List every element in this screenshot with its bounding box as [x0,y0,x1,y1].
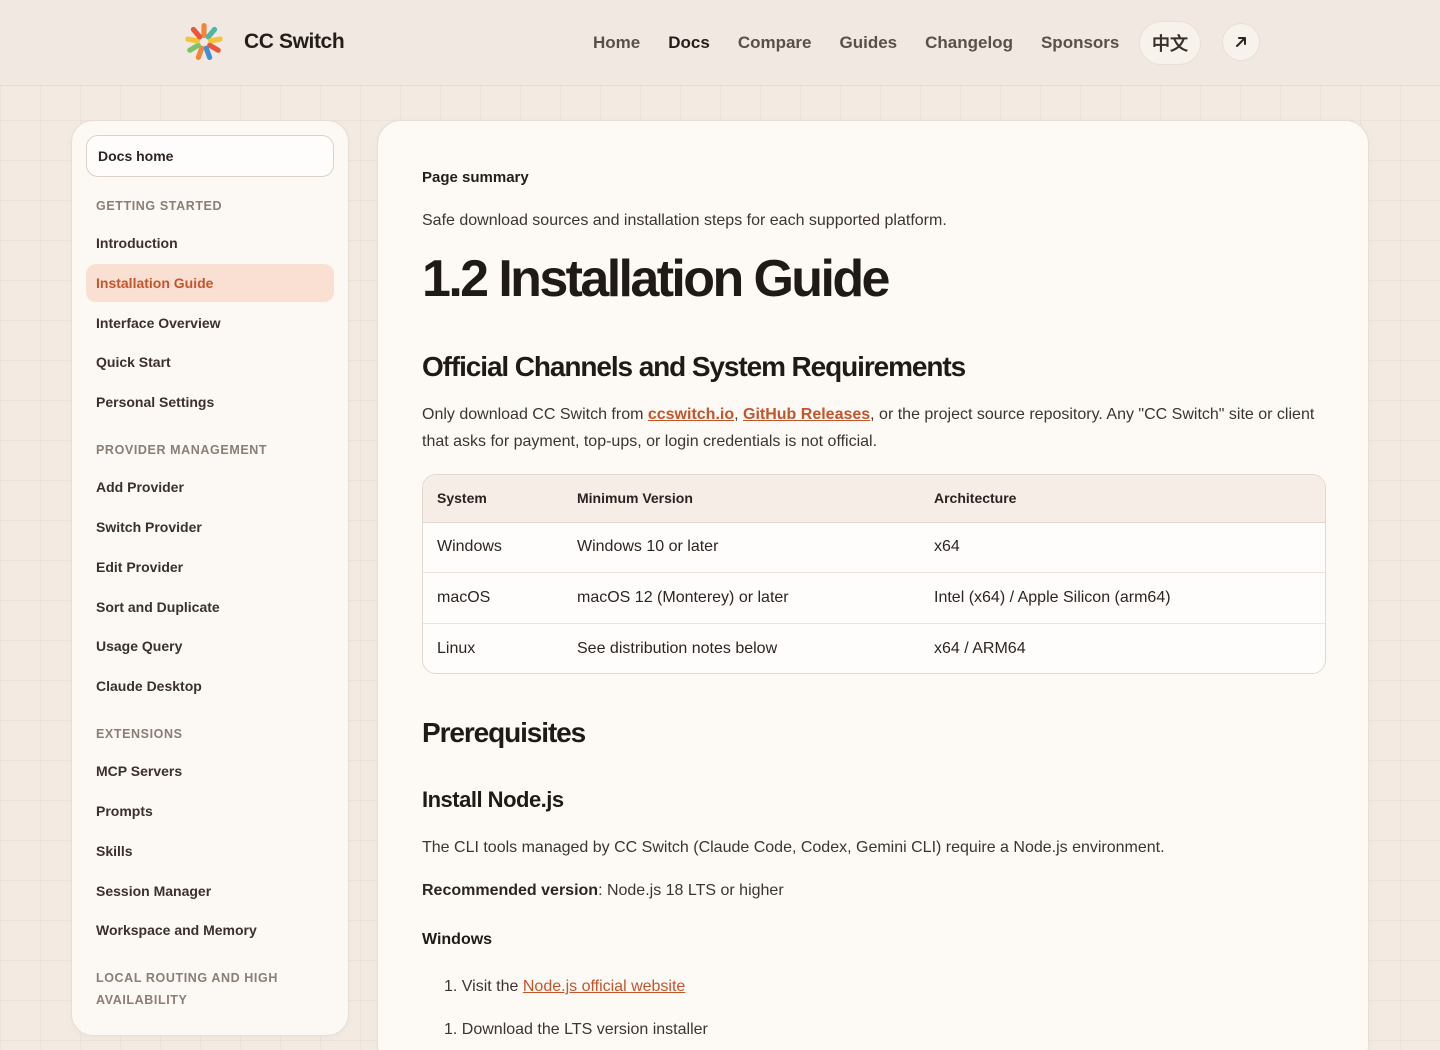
brand[interactable]: CC Switch [182,20,345,64]
table-cell: See distribution notes below [577,639,778,657]
sidebar-item-claude-desktop[interactable]: Claude Desktop [86,667,334,705]
sidebar-item-session-manager[interactable]: Session Manager [86,872,334,910]
subsection-heading-install-nodejs: Install Node.js [422,787,564,812]
text-segment: , [734,406,743,423]
table-row: Windows Windows 10 or later x64 [423,522,1325,573]
ccswitch-io-link[interactable]: ccswitch.io [648,406,734,423]
sidebar-section-getting-started: GETTING STARTED [96,199,223,213]
table-row: Linux See distribution notes below x64 /… [423,623,1325,673]
docs-home-link[interactable]: Docs home [86,135,334,177]
sidebar-item-switch-provider[interactable]: Switch Provider [86,508,334,546]
sidebar-item-prompts[interactable]: Prompts [86,792,334,830]
sidebar-section-extensions: EXTENSIONS [96,727,183,742]
nodejs-official-website-link[interactable]: Node.js official website [523,978,685,995]
table-cell: Windows [423,522,563,573]
recommended-version-label: Recommended version [422,882,599,899]
arrow-up-right-icon [1236,37,1246,47]
list-item: 1. Download the LTS version installer [444,1021,708,1039]
text-segment: Visit the [461,978,523,995]
sidebar-item-personal-settings[interactable]: Personal Settings [86,383,334,421]
section-heading-official-channels: Official Channels and System Requirement… [422,351,966,382]
table-cell: Linux [437,639,476,657]
windows-heading: Windows [422,931,493,948]
sidebar-item-usage-query[interactable]: Usage Query [86,627,334,665]
cc-switch-logo-icon [185,23,223,61]
nav-sponsors[interactable]: Sponsors [1041,33,1119,53]
section-heading-prerequisites: Prerequisites [422,717,586,748]
table-cell: macOS [423,572,563,624]
official-channels-paragraph: Only download CC Switch from ccswitch.io… [422,401,1326,455]
table-row: macOS macOS 12 (Monterey) or later Intel… [423,572,1325,624]
system-requirements-table: System Minimum Version Architecture Wind… [422,474,1326,674]
language-toggle-button[interactable]: 中文 [1139,21,1201,65]
external-link-button[interactable] [1222,23,1260,61]
sidebar-item-mcp-servers[interactable]: MCP Servers [86,752,334,790]
sidebar-item-installation-guide[interactable]: Installation Guide [86,263,334,302]
sidebar-item-introduction[interactable]: Introduction [86,224,334,262]
table-cell: x64 [920,522,1325,573]
list-number: 1. [444,1021,458,1038]
recommended-version-value: : Node.js 18 LTS or higher [598,882,784,899]
list-item: 1. Visit the Node.js official website [444,978,685,996]
nav-docs[interactable]: Docs [668,33,710,53]
github-releases-link[interactable]: GitHub Releases [743,406,870,423]
nodejs-requirement-paragraph: The CLI tools managed by CC Switch (Clau… [422,839,1165,856]
docs-content-panel: Page summary Safe download sources and i… [377,120,1369,1050]
nav-compare[interactable]: Compare [738,33,812,53]
sidebar-item-skills[interactable]: Skills [86,832,334,870]
text-segment: Only download CC Switch from [422,406,648,423]
page-summary-text: Safe download sources and installation s… [422,212,947,229]
table-header-row: System Minimum Version Architecture [423,475,1325,523]
text-segment: Download the LTS version installer [461,1021,708,1038]
recommended-version-paragraph: Recommended version: Node.js 18 LTS or h… [422,882,784,900]
top-navigation-bar: CC Switch Home Docs Compare Guides Chang… [0,0,1440,86]
column-header-minimum-version: Minimum Version [563,475,920,523]
sidebar-item-workspace-and-memory[interactable]: Workspace and Memory [86,911,334,949]
table-cell: macOS 12 (Monterey) or later [563,572,920,624]
sidebar-item-add-provider[interactable]: Add Provider [86,468,334,506]
sidebar-item-edit-provider[interactable]: Edit Provider [86,548,334,586]
nav-home[interactable]: Home [593,33,640,53]
sidebar-item-quick-start[interactable]: Quick Start [86,343,334,381]
table-cell: Intel (x64) / Apple Silicon (arm64) [920,572,1325,624]
nav-changelog[interactable]: Changelog [925,33,1013,53]
table-cell: Windows 10 or later [563,522,920,573]
page-title: 1.2 Installation Guide [422,250,890,308]
main-nav: Home Docs Compare Guides Changelog Spons… [593,0,1147,86]
brand-name: CC Switch [244,30,345,53]
sidebar-item-sort-and-duplicate[interactable]: Sort and Duplicate [86,588,334,626]
list-number: 1. [444,978,458,995]
sidebar-item-interface-overview[interactable]: Interface Overview [86,304,334,342]
column-header-architecture: Architecture [920,475,1325,523]
table-cell: x64 / ARM64 [934,639,1026,657]
docs-sidebar: Docs home GETTING STARTED Introduction I… [71,120,349,1036]
page-summary-label: Page summary [422,169,529,186]
nav-guides[interactable]: Guides [840,33,898,53]
sidebar-section-provider-management: PROVIDER MANAGEMENT [96,443,268,458]
sidebar-section-local-routing: LOCAL ROUTING AND HIGH AVAILABILITY [96,971,278,1008]
column-header-system: System [423,475,563,523]
